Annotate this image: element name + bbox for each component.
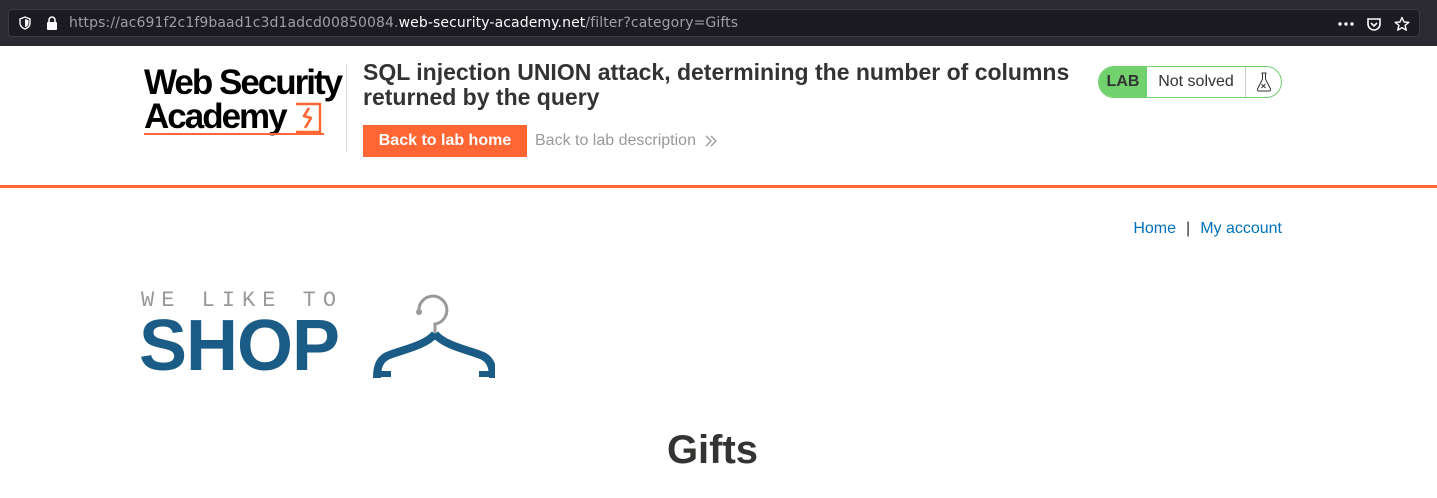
site-nav: Home | My account <box>1133 220 1282 238</box>
flask-icon <box>1246 67 1281 97</box>
lab-header: Web Security Academy SQL injection UNION… <box>0 46 1437 188</box>
browser-toolbar: https://ac691f2c1f9baad1c3d1adcd00850084… <box>0 0 1437 46</box>
url-text[interactable]: https://ac691f2c1f9baad1c3d1adcd00850084… <box>69 15 738 31</box>
tracking-protection-icon[interactable] <box>18 16 32 30</box>
back-to-lab-home-button[interactable]: Back to lab home <box>363 125 527 157</box>
shop-logo-wordmark: SHOP <box>139 306 340 386</box>
academy-mark-icon <box>295 102 321 134</box>
lock-icon[interactable] <box>46 16 58 30</box>
url-prefix: https://ac691f2c1f9baad1c3d1adcd00850084… <box>69 15 399 31</box>
nav-my-account-link[interactable]: My account <box>1200 220 1282 238</box>
nav-home-link[interactable]: Home <box>1133 220 1176 238</box>
address-bar[interactable]: https://ac691f2c1f9baad1c3d1adcd00850084… <box>8 9 1420 37</box>
double-chevron-right-icon <box>705 135 717 147</box>
lab-status-text: Not solved <box>1147 67 1246 97</box>
pocket-icon[interactable] <box>1365 15 1383 33</box>
url-path: /filter?category=Gifts <box>585 15 739 31</box>
back-to-lab-description-link[interactable]: Back to lab description <box>535 132 718 150</box>
bookmark-star-icon[interactable] <box>1393 15 1411 33</box>
page-heading: Gifts <box>666 428 759 472</box>
logo-underline <box>144 133 324 135</box>
header-divider <box>346 64 347 152</box>
more-actions-icon[interactable] <box>1337 15 1355 33</box>
back-description-label: Back to lab description <box>535 132 696 149</box>
lab-badge: LAB <box>1099 67 1147 97</box>
url-domain: web-security-academy.net <box>398 15 586 31</box>
logo-line-2: Academy <box>144 97 288 136</box>
shop-logo: WE LIKE TO SHOP <box>139 288 501 388</box>
lab-status-widget: LAB Not solved <box>1098 66 1282 98</box>
clothes-hanger-icon <box>373 294 495 379</box>
lab-title: SQL injection UNION attack, determining … <box>363 59 1070 110</box>
logo-line-1: Web Security <box>144 63 343 102</box>
web-security-academy-logo[interactable]: Web Security Academy <box>144 63 344 138</box>
nav-separator: | <box>1186 220 1191 237</box>
